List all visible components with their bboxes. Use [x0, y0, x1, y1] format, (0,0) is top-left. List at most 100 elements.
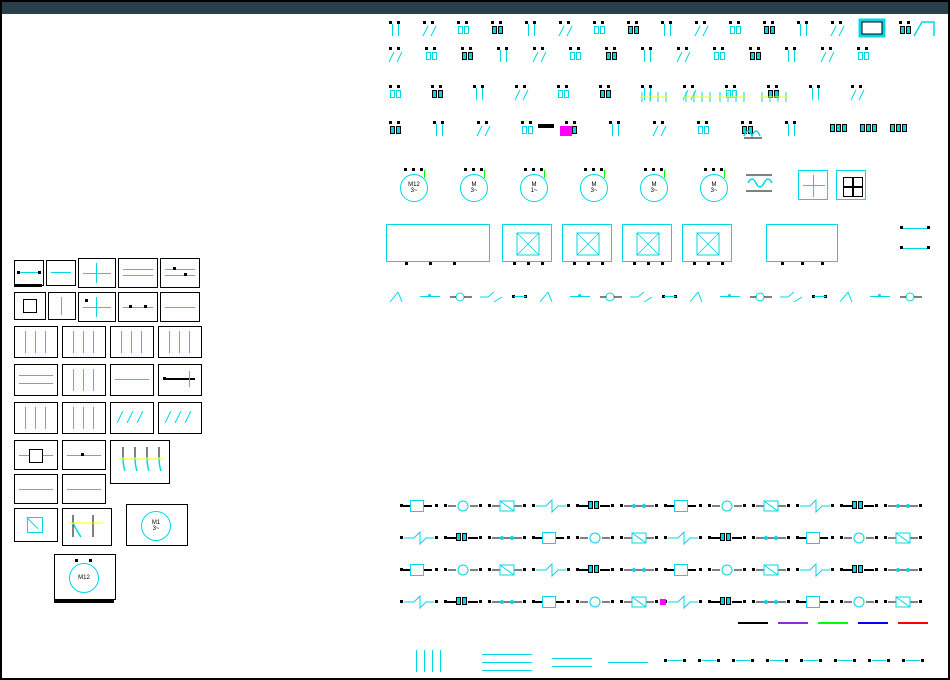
switch-icon[interactable]: [688, 290, 714, 304]
component-icon[interactable]: [446, 562, 480, 578]
palette-block[interactable]: [14, 364, 58, 396]
switch-icon[interactable]: [808, 290, 834, 304]
rail-icon[interactable]: [424, 650, 425, 672]
trip-icon[interactable]: [828, 122, 852, 136]
contact-icon[interactable]: [430, 124, 450, 138]
palette-motor-m12[interactable]: M12: [54, 554, 116, 600]
contact-icon[interactable]: [454, 24, 474, 38]
component-icon[interactable]: [886, 530, 920, 546]
contactor-group-icon[interactable]: [682, 88, 716, 106]
palette-block[interactable]: [118, 292, 158, 322]
plc-module[interactable]: [502, 224, 552, 262]
contactor-group-icon[interactable]: [716, 88, 750, 106]
component-icon[interactable]: [622, 594, 656, 610]
component-icon[interactable]: [798, 562, 832, 578]
contact-icon[interactable]: [602, 50, 622, 64]
component-icon[interactable]: [710, 594, 744, 610]
contact-icon[interactable]: [650, 124, 670, 138]
contact-icon[interactable]: [590, 24, 610, 38]
switch-icon[interactable]: [448, 290, 474, 304]
palette-block[interactable]: [118, 258, 158, 288]
contact-icon[interactable]: [624, 24, 644, 38]
trip-icon[interactable]: [858, 122, 882, 136]
component-icon[interactable]: [754, 594, 788, 610]
component-icon[interactable]: [886, 562, 920, 578]
rail-icon[interactable]: [440, 650, 441, 672]
component-icon[interactable]: [622, 530, 656, 546]
component-icon[interactable]: [578, 498, 612, 514]
contact-icon[interactable]: [386, 50, 406, 64]
motor-icon[interactable]: M3~: [694, 168, 734, 208]
palette-block[interactable]: [62, 440, 106, 470]
terminal-icon[interactable]: [696, 654, 722, 668]
switch-icon[interactable]: [838, 290, 864, 304]
contact-icon[interactable]: [512, 88, 532, 102]
contact-icon[interactable]: [760, 24, 780, 38]
palette-block[interactable]: [78, 292, 116, 322]
line-icon[interactable]: [482, 662, 532, 663]
plc-module[interactable]: [682, 224, 732, 262]
palette-block[interactable]: [110, 326, 154, 358]
contact-icon[interactable]: [596, 88, 616, 102]
palette-block[interactable]: [158, 364, 202, 396]
contact-icon[interactable]: [794, 24, 814, 38]
component-icon[interactable]: [402, 498, 436, 514]
contact-icon[interactable]: [474, 124, 494, 138]
contact-icon[interactable]: [566, 50, 586, 64]
switch-icon[interactable]: [778, 290, 804, 304]
terminal-icon[interactable]: [662, 654, 688, 668]
switch-icon[interactable]: [568, 290, 594, 304]
line-icon[interactable]: [552, 658, 592, 659]
contact-icon[interactable]: [818, 50, 838, 64]
component-icon[interactable]: [754, 498, 788, 514]
component-icon[interactable]: [666, 594, 700, 610]
line-icon[interactable]: [608, 662, 648, 663]
contact-icon[interactable]: [710, 50, 730, 64]
component-icon[interactable]: [798, 594, 832, 610]
contact-icon[interactable]: [386, 24, 406, 38]
component-icon[interactable]: [622, 562, 656, 578]
terminal-icon[interactable]: [866, 654, 892, 668]
component-icon[interactable]: [534, 562, 568, 578]
device-icon[interactable]: [836, 170, 866, 200]
component-icon[interactable]: [446, 594, 480, 610]
palette-block[interactable]: [14, 402, 58, 434]
contact-icon[interactable]: [638, 50, 658, 64]
plc-module[interactable]: [622, 224, 672, 262]
switch-icon[interactable]: [628, 290, 654, 304]
switch-icon[interactable]: [538, 290, 564, 304]
marker-icon[interactable]: [660, 599, 666, 605]
contact-icon[interactable]: [606, 124, 626, 138]
component-icon[interactable]: [402, 562, 436, 578]
palette-block[interactable]: [46, 260, 76, 286]
contact-icon[interactable]: [458, 50, 478, 64]
palette-block[interactable]: [110, 402, 154, 434]
contact-icon[interactable]: [828, 24, 848, 38]
component-icon[interactable]: [666, 562, 700, 578]
component-icon[interactable]: [490, 498, 524, 514]
palette-block[interactable]: [160, 292, 200, 322]
contact-icon[interactable]: [692, 24, 712, 38]
motor-icon[interactable]: M123~: [394, 168, 434, 208]
palette-block[interactable]: [160, 258, 200, 288]
component-icon[interactable]: [886, 594, 920, 610]
palette-block-breaker[interactable]: [110, 440, 170, 484]
terminal-icon[interactable]: [900, 654, 926, 668]
component-icon[interactable]: [710, 498, 744, 514]
component-icon[interactable]: [842, 498, 876, 514]
component-icon[interactable]: [490, 594, 524, 610]
component-icon[interactable]: [666, 498, 700, 514]
contact-icon[interactable]: [428, 88, 448, 102]
contact-icon[interactable]: [746, 50, 766, 64]
component-icon[interactable]: [754, 530, 788, 546]
component-icon[interactable]: [842, 562, 876, 578]
terminal-icon[interactable]: [798, 654, 824, 668]
palette-block[interactable]: [62, 402, 106, 434]
motor-icon[interactable]: M3~: [634, 168, 674, 208]
contact-icon[interactable]: [900, 242, 930, 256]
palette-block[interactable]: [62, 508, 112, 546]
component-icon[interactable]: [798, 498, 832, 514]
rail-icon[interactable]: [416, 650, 417, 672]
plc-module[interactable]: [766, 224, 838, 262]
contact-icon[interactable]: [854, 50, 874, 64]
